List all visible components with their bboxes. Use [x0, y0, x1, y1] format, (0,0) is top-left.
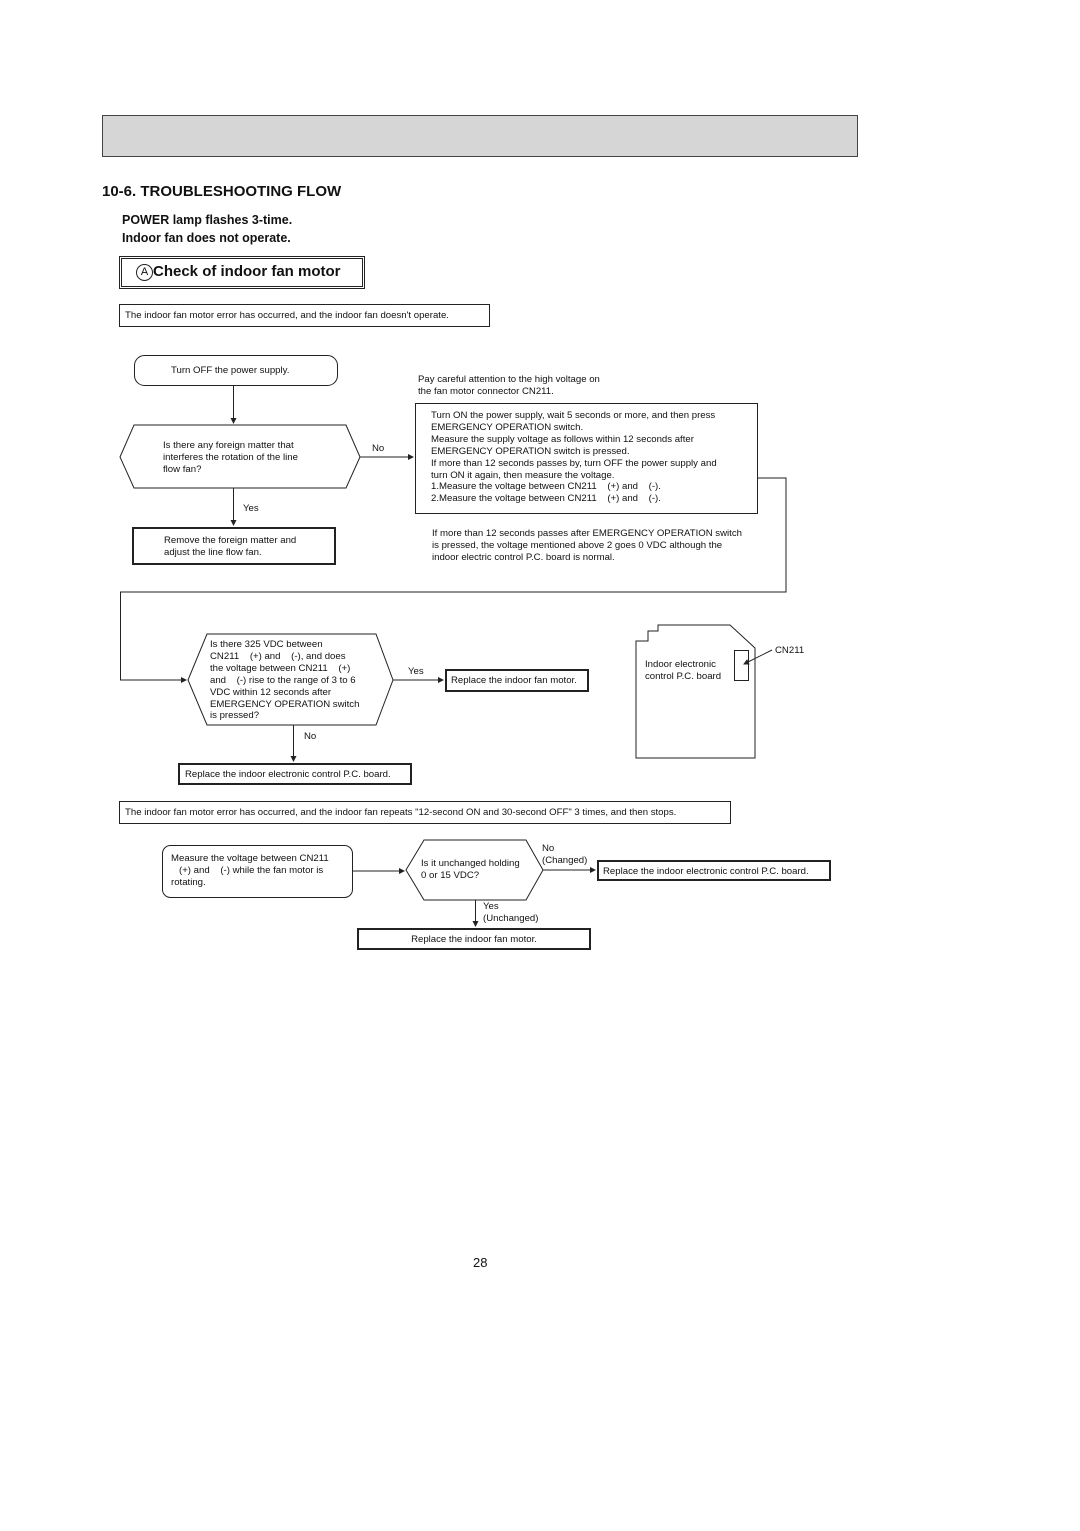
board-label: Indoor electronic control P.C. board — [645, 659, 722, 682]
no-label: No — [542, 843, 555, 854]
page-number: 28 — [473, 1255, 488, 1270]
connector-label: CN211 — [775, 645, 805, 656]
question-325vdc: Is there 325 VDC between CN211 (+) and (… — [210, 639, 360, 722]
yes-label: Yes — [243, 503, 259, 514]
measure-voltage-box: Turn ON the power supply, wait 5 seconds… — [415, 403, 758, 514]
yes-label: Yes — [408, 666, 424, 677]
case1-header-box: The indoor fan motor error has occurred,… — [119, 304, 490, 327]
replace-pc-board-box: Replace the indoor electronic control P.… — [178, 763, 412, 785]
flow-lines — [119, 355, 787, 927]
question-unchanged: Is it unchanged holding 0 or 15 VDC? — [421, 858, 520, 881]
start-turn-off: Turn OFF the power supply. — [171, 365, 290, 376]
case2-header-box: The indoor fan motor error has occurred,… — [119, 801, 731, 824]
changed-label: (Changed) — [542, 855, 588, 866]
remove-foreign-matter-box: Remove the foreign matter and adjust the… — [132, 527, 336, 565]
no-label: No — [372, 443, 385, 454]
no-label: No — [304, 731, 317, 742]
question-foreign-matter: Is there any foreign matter that interfe… — [163, 440, 298, 475]
manual-page: 10-6. TROUBLESHOOTING FLOW POWER lamp fl… — [0, 0, 1080, 1531]
unchanged-label: (Unchanged) — [483, 913, 539, 924]
replace-pc-board-box-2: Replace the indoor electronic control P.… — [597, 860, 831, 881]
yes-label: Yes — [483, 901, 499, 912]
cn211-connector — [734, 650, 749, 681]
timing-note: If more than 12 seconds passes after EME… — [432, 528, 742, 563]
replace-fan-motor-box-2: Replace the indoor fan motor. — [357, 928, 591, 950]
measure-rotating-text: Measure the voltage between CN211 (+) an… — [171, 853, 329, 888]
pc-board-outline — [635, 624, 756, 759]
caution-note: Pay careful attention to the high voltag… — [418, 374, 600, 397]
replace-fan-motor-box: Replace the indoor fan motor. — [445, 669, 589, 692]
